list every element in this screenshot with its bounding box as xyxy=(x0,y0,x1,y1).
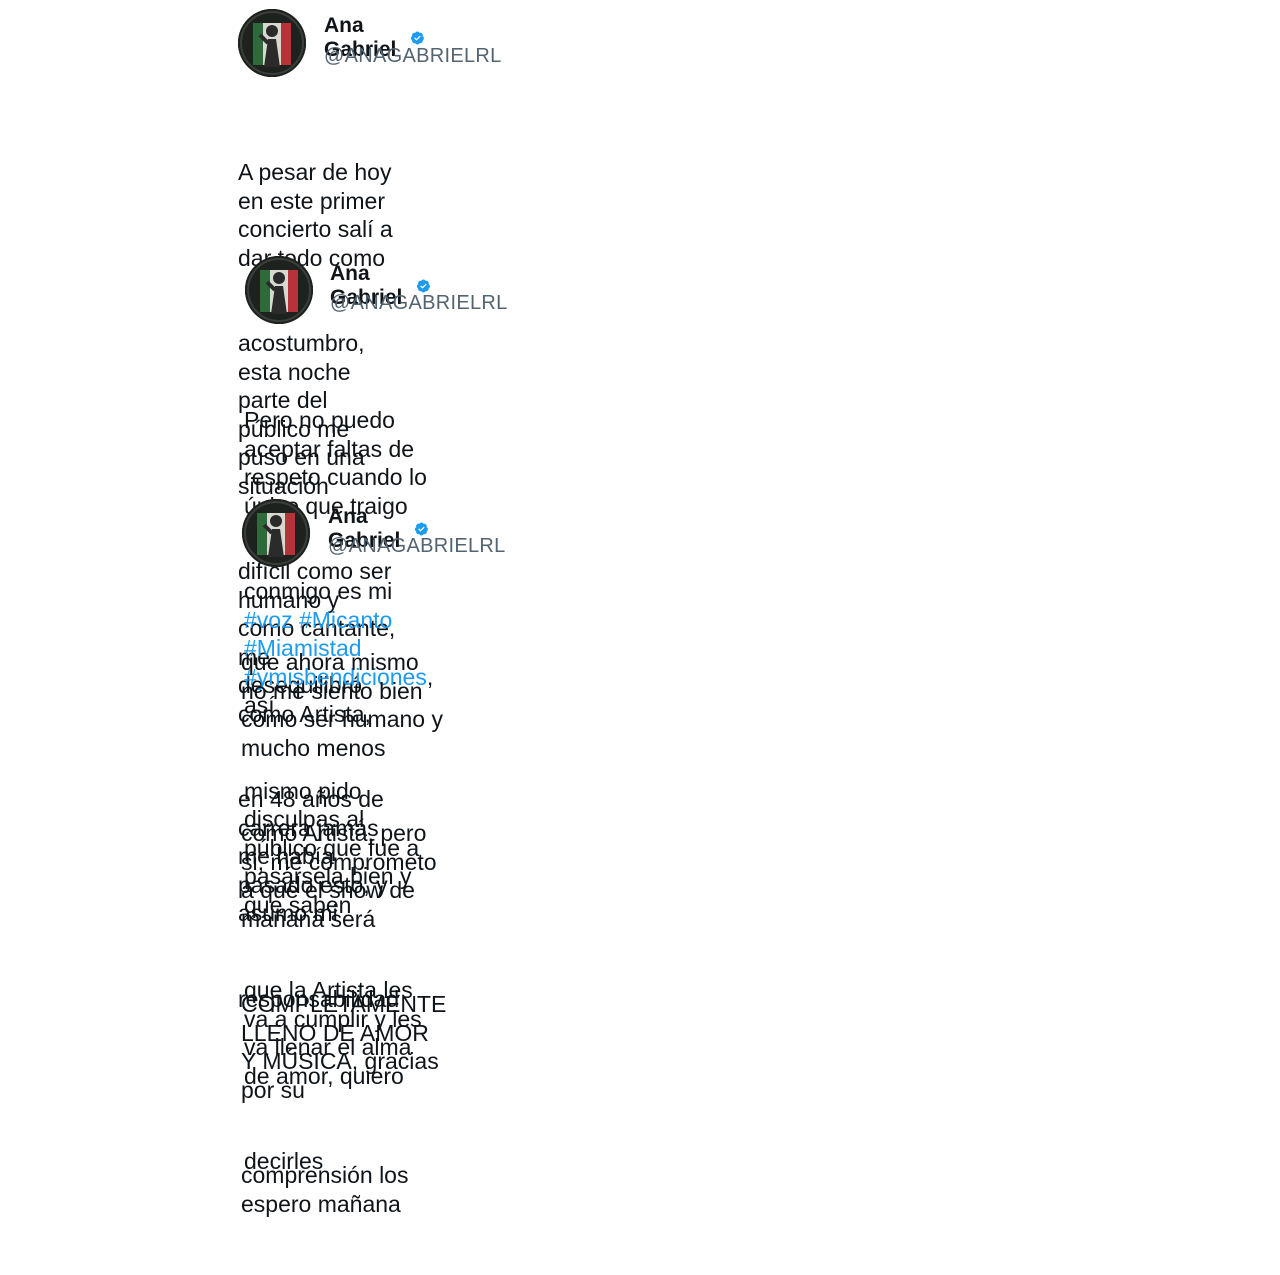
profile-photo-icon xyxy=(242,499,310,567)
author-handle[interactable]: @ANAGABRIELRL xyxy=(330,292,508,315)
author-handle[interactable]: @ANAGABRIELRL xyxy=(328,535,506,558)
tweet-text: que ahora mismo no me siento bien como s… xyxy=(241,591,446,1275)
tweet-text-line: COMPLETAMENTE LLENO DE AMOR Y MÚSICA, gr… xyxy=(241,991,453,1103)
profile-photo-icon xyxy=(238,9,306,77)
tweet-text-line: como Artista, pero si, me comprometo a q… xyxy=(241,820,443,932)
tweet-text-line: que ahora mismo no me siento bien como s… xyxy=(241,649,450,761)
profile-photo-icon xyxy=(245,256,313,324)
author-handle[interactable]: @ANAGABRIELRL xyxy=(324,45,502,68)
avatar[interactable] xyxy=(242,499,310,567)
tweet-text-line: A pesar de hoy en este primer concierto … xyxy=(238,159,400,271)
avatar[interactable] xyxy=(238,9,306,77)
avatar[interactable] xyxy=(245,256,313,324)
tweet-text-line: comprensión los espero mañana xyxy=(241,1162,415,1217)
